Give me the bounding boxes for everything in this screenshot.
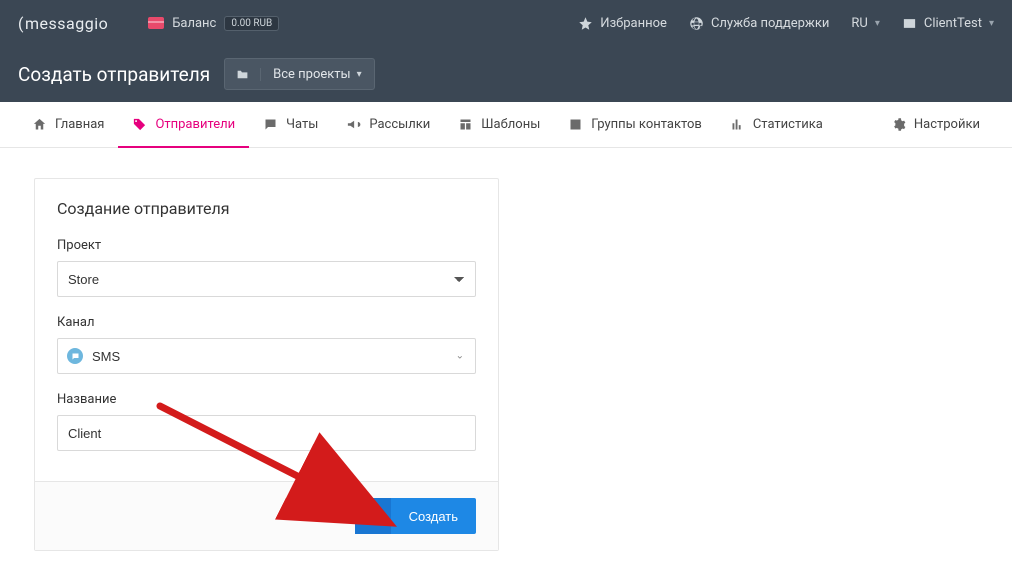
nav-support[interactable]: Служба поддержки <box>689 16 829 31</box>
tag-icon <box>132 117 147 132</box>
contacts-icon <box>568 117 583 132</box>
field-project: Проект Store <box>57 238 476 297</box>
globe-icon <box>689 16 704 31</box>
tab-templates[interactable]: Шаблоны <box>444 102 554 147</box>
tab-stats[interactable]: Статистика <box>716 102 837 147</box>
check-icon <box>355 498 391 534</box>
sub-bar: Создать отправителя Все проекты ▾ <box>0 46 1012 102</box>
chat-icon <box>263 117 278 132</box>
wallet-icon <box>148 17 164 29</box>
tab-groups-label: Группы контактов <box>591 117 702 132</box>
id-card-icon <box>902 16 917 31</box>
lang-switcher[interactable]: RU ▾ <box>851 16 879 31</box>
chevron-down-icon: ▾ <box>875 18 880 29</box>
create-button-label: Создать <box>391 509 476 524</box>
name-label: Название <box>57 392 476 407</box>
user-menu[interactable]: ClientTest ▾ <box>902 16 994 31</box>
chevron-down-icon: ▾ <box>357 69 362 80</box>
field-channel: Канал ⌄ <box>57 315 476 374</box>
gear-icon <box>891 117 906 132</box>
tab-chats-label: Чаты <box>286 117 318 132</box>
create-sender-card: Создание отправителя Проект Store Канал … <box>34 178 499 551</box>
create-button[interactable]: Создать <box>355 498 476 534</box>
nav-tabs: Главная Отправители Чаты Рассылки Шаблон… <box>0 102 1012 148</box>
sms-channel-icon <box>67 348 83 364</box>
user-name: ClientTest <box>924 16 982 31</box>
content-area: Создание отправителя Проект Store Канал … <box>0 148 1012 551</box>
project-selector[interactable]: Все проекты ▾ <box>224 58 375 90</box>
brand-logo[interactable]: messaggio <box>18 14 108 33</box>
page-title: Создать отправителя <box>18 63 210 86</box>
chevron-down-icon: ▾ <box>989 18 994 29</box>
balance-value: 0.00 RUB <box>224 16 279 31</box>
tab-senders[interactable]: Отправители <box>118 102 249 147</box>
tab-chats[interactable]: Чаты <box>249 102 332 147</box>
balance-block[interactable]: Баланс 0.00 RUB <box>148 16 279 31</box>
project-selector-label: Все проекты <box>273 67 351 82</box>
home-icon <box>32 117 47 132</box>
project-select[interactable]: Store <box>57 261 476 297</box>
channel-label: Канал <box>57 315 476 330</box>
megaphone-icon <box>346 117 361 132</box>
support-label: Служба поддержки <box>711 16 829 31</box>
tab-home[interactable]: Главная <box>18 102 118 147</box>
balance-label: Баланс <box>172 16 216 31</box>
stats-icon <box>730 117 745 132</box>
star-icon <box>578 16 593 31</box>
favorites-label: Избранное <box>600 16 667 31</box>
tab-campaigns[interactable]: Рассылки <box>332 102 444 147</box>
tab-stats-label: Статистика <box>753 117 823 132</box>
tab-campaigns-label: Рассылки <box>369 117 430 132</box>
top-bar: messaggio Баланс 0.00 RUB Избранное Служ… <box>0 0 1012 46</box>
tab-settings-label: Настройки <box>914 117 980 132</box>
tab-templates-label: Шаблоны <box>481 117 540 132</box>
lang-label: RU <box>851 16 867 31</box>
tab-groups[interactable]: Группы контактов <box>554 102 716 147</box>
tab-senders-label: Отправители <box>155 117 235 132</box>
field-name: Название <box>57 392 476 451</box>
card-title: Создание отправителя <box>57 199 476 218</box>
channel-select[interactable] <box>57 338 476 374</box>
chevron-down-icon: ⌄ <box>456 351 464 362</box>
tab-settings[interactable]: Настройки <box>877 102 994 147</box>
project-label: Проект <box>57 238 476 253</box>
tab-home-label: Главная <box>55 117 104 132</box>
name-input[interactable] <box>57 415 476 451</box>
folder-icon <box>225 68 261 81</box>
template-icon <box>458 117 473 132</box>
nav-favorites[interactable]: Избранное <box>578 16 667 31</box>
